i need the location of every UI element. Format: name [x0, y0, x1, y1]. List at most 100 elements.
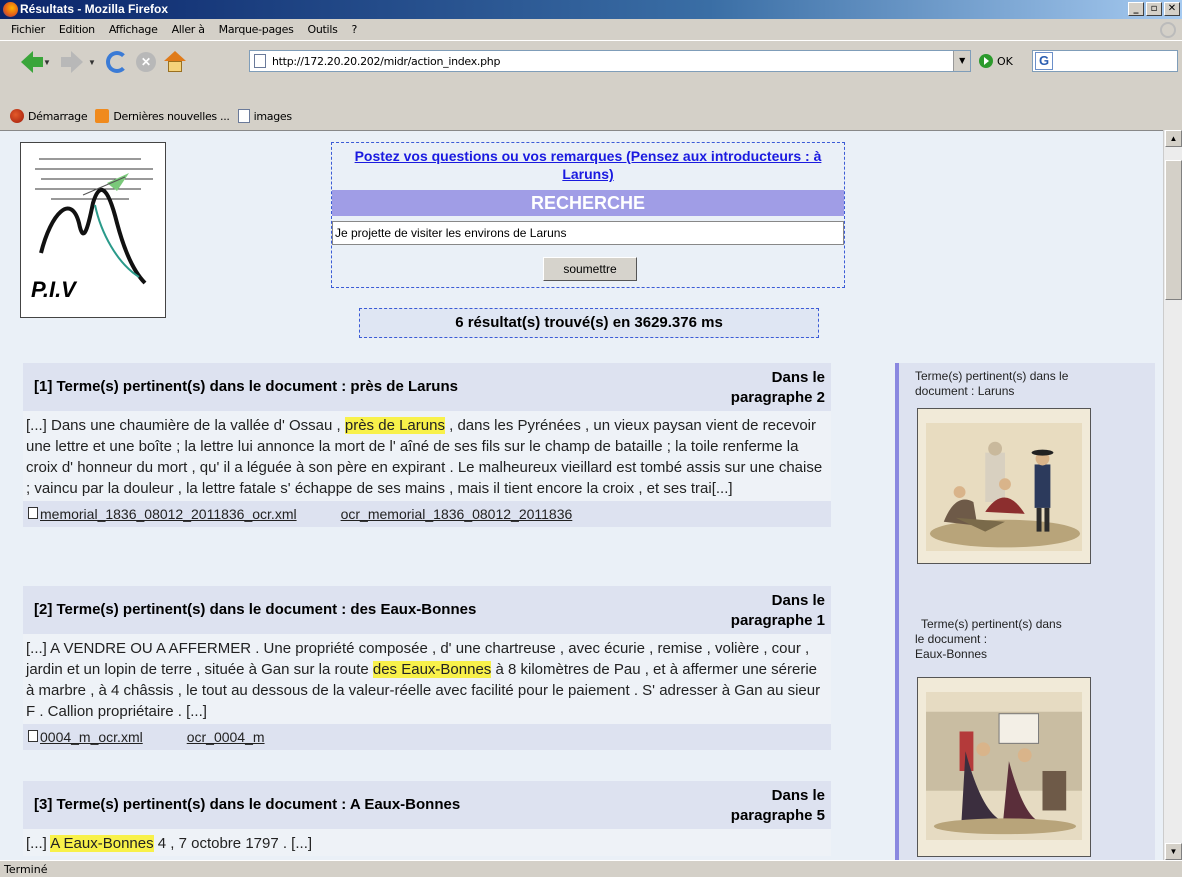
- bookmark-red-icon: [10, 109, 24, 123]
- scroll-down-button[interactable]: ▼: [1165, 843, 1182, 860]
- side-label-eaux-bonnes: Terme(s) pertinent(s) dans le document :…: [915, 617, 1062, 662]
- forward-button[interactable]: [59, 49, 85, 75]
- bookmark-label: Démarrage: [28, 109, 88, 123]
- menu-edition[interactable]: Edition: [52, 23, 102, 36]
- search-heading: RECHERCHE: [332, 190, 844, 216]
- result-excerpt: [...] A Eaux-Bonnes 4 , 7 octobre 1797 .…: [23, 829, 831, 856]
- excerpt-text: 4 , 7 octobre 1797 . [...]: [153, 835, 313, 852]
- menu-fichier[interactable]: Fichier: [4, 23, 52, 36]
- page-viewport: P.I.V Postez vos questions ou vos remarq…: [0, 130, 1163, 860]
- bookmark-label: images: [253, 109, 293, 123]
- google-icon: G: [1035, 52, 1053, 70]
- paragraph-number: paragraphe 2: [730, 389, 825, 406]
- menu-help[interactable]: ?: [345, 23, 365, 36]
- engraving-image-eaux-bonnes[interactable]: [917, 677, 1091, 857]
- highlighted-term: près de Laruns: [344, 417, 445, 434]
- ocr-file-link[interactable]: ocr_memorial_1836_08012_2011836: [341, 501, 573, 527]
- back-button[interactable]: [14, 49, 43, 75]
- forward-history-dropdown[interactable]: ▼: [88, 58, 98, 67]
- bookmark-news[interactable]: Dernières nouvelles ...: [95, 109, 230, 123]
- stop-button[interactable]: ✕: [133, 49, 159, 75]
- result-item: [2] Terme(s) pertinent(s) dans le docume…: [23, 586, 831, 750]
- url-bar[interactable]: http://172.20.20.202/midr/action_index.p…: [249, 50, 971, 72]
- menu-marque-pages[interactable]: Marque-pages: [212, 23, 301, 36]
- go-icon: [979, 54, 993, 68]
- home-icon: [164, 51, 186, 73]
- throbber-icon: [1160, 22, 1176, 38]
- result-count: 6 résultat(s) trouvé(s) en 3629.376 ms: [359, 308, 819, 338]
- result-footer: 0004_m_ocr.xml ocr_0004_m: [23, 724, 831, 750]
- document-icon: [28, 730, 38, 742]
- xml-file-link[interactable]: memorial_1836_08012_2011836_ocr.xml: [40, 501, 297, 527]
- menu-outils[interactable]: Outils: [301, 23, 345, 36]
- peasants-engraving-icon: [926, 423, 1082, 552]
- search-panel: Postez vos questions ou vos remarques (P…: [331, 142, 845, 288]
- scroll-thumb[interactable]: [1165, 160, 1182, 300]
- google-search-input[interactable]: G: [1032, 50, 1178, 72]
- reload-icon: [106, 51, 128, 73]
- bookmarks-bar: Démarrage Dernières nouvelles ... images: [0, 105, 1182, 127]
- result-title: [3] Terme(s) pertinent(s) dans le docume…: [34, 796, 461, 813]
- home-button[interactable]: [162, 49, 188, 75]
- close-button[interactable]: ✕: [1164, 2, 1180, 16]
- related-images-panel: Terme(s) pertinent(s) dans le document :…: [895, 363, 1155, 860]
- submit-button[interactable]: soumettre: [543, 257, 637, 281]
- result-paragraph: Dans le paragraphe 1: [731, 591, 825, 631]
- result-title: [1] Terme(s) pertinent(s) dans le docume…: [34, 378, 458, 395]
- go-label: OK: [997, 54, 1013, 68]
- minimize-button[interactable]: _: [1128, 2, 1144, 16]
- paragraph-label: Dans le: [771, 592, 825, 609]
- side-label-line: Terme(s) pertinent(s) dans: [921, 617, 1062, 631]
- women-engraving-icon: [926, 692, 1082, 841]
- xml-file-link[interactable]: 0004_m_ocr.xml: [40, 724, 143, 750]
- ocr-file-link[interactable]: ocr_0004_m: [187, 724, 265, 750]
- back-history-dropdown[interactable]: ▼: [43, 58, 53, 67]
- rss-icon: [95, 109, 110, 123]
- result-header: [1] Terme(s) pertinent(s) dans le docume…: [23, 363, 831, 411]
- vertical-scrollbar[interactable]: ▲ ▼: [1163, 130, 1182, 860]
- scroll-up-button[interactable]: ▲: [1165, 130, 1182, 147]
- forward-arrow-icon: [61, 51, 83, 73]
- menu-aller[interactable]: Aller à: [165, 23, 212, 36]
- result-excerpt: [...] A VENDRE OU A AFFERMER . Une propr…: [23, 634, 831, 724]
- firefox-icon: [3, 2, 18, 17]
- bookmark-label: Dernières nouvelles ...: [113, 109, 230, 123]
- highlighted-term: A Eaux-Bonnes: [50, 835, 154, 852]
- paragraph-label: Dans le: [771, 787, 825, 804]
- stop-icon: ✕: [136, 52, 156, 72]
- result-item: [1] Terme(s) pertinent(s) dans le docume…: [23, 363, 831, 527]
- ask-questions-link[interactable]: Postez vos questions ou vos remarques (P…: [332, 143, 844, 183]
- result-paragraph: Dans le paragraphe 2: [731, 368, 825, 408]
- mountain-logo-icon: [35, 158, 153, 285]
- result-header: [2] Terme(s) pertinent(s) dans le docume…: [23, 586, 831, 634]
- document-icon: [28, 507, 38, 519]
- result-item: [3] Terme(s) pertinent(s) dans le docume…: [23, 781, 831, 856]
- window-title: Résultats - Mozilla Firefox: [20, 2, 169, 16]
- side-label-line: Eaux-Bonnes: [915, 647, 988, 661]
- logo-text: P.I.V: [31, 277, 76, 302]
- menu-bar: Fichier Edition Affichage Aller à Marque…: [0, 19, 1182, 41]
- url-text: http://172.20.20.202/midr/action_index.p…: [272, 54, 501, 68]
- result-title: [2] Terme(s) pertinent(s) dans le docume…: [34, 601, 477, 618]
- excerpt-text: [...]: [26, 835, 51, 852]
- excerpt-text: [...] Dans une chaumière de la vallée d'…: [26, 417, 345, 434]
- maximize-button[interactable]: ▫: [1146, 2, 1162, 16]
- bookmark-demarrage[interactable]: Démarrage: [10, 109, 88, 123]
- result-header: [3] Terme(s) pertinent(s) dans le docume…: [23, 781, 831, 829]
- page-icon: [254, 54, 266, 68]
- window-titlebar: Résultats - Mozilla Firefox _ ▫ ✕: [0, 0, 1182, 19]
- reload-button[interactable]: [104, 49, 130, 75]
- go-button[interactable]: OK: [979, 54, 1013, 68]
- menu-affichage[interactable]: Affichage: [102, 23, 165, 36]
- back-arrow-icon: [21, 51, 43, 73]
- url-dropdown[interactable]: ▼: [953, 51, 970, 71]
- result-paragraph: Dans le paragraphe 5: [731, 786, 825, 826]
- paragraph-label: Dans le: [771, 369, 825, 386]
- bookmark-images[interactable]: images: [237, 109, 293, 123]
- engraving-image-laruns[interactable]: [917, 408, 1091, 564]
- search-input[interactable]: Je projette de visiter les environs de L…: [332, 221, 844, 245]
- page-icon: [237, 109, 250, 123]
- paragraph-number: paragraphe 1: [730, 612, 825, 629]
- side-label-laruns: Terme(s) pertinent(s) dans le document :…: [915, 369, 1069, 398]
- status-bar: Terminé: [0, 860, 1182, 877]
